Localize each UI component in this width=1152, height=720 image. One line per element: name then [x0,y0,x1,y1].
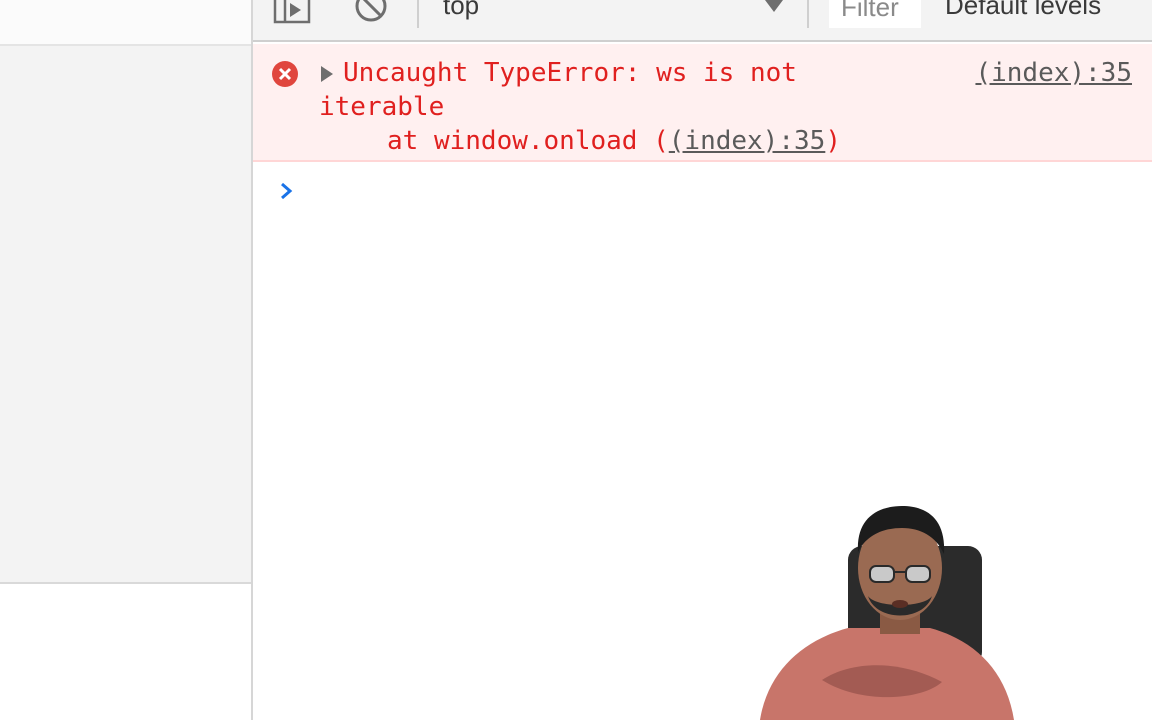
webcam-overlay [752,500,1022,720]
toolbar-divider [807,0,809,28]
error-source-link[interactable]: (index):35 [975,56,1132,90]
error-message-line: iterable [319,92,445,122]
left-panel-header [0,0,251,46]
toolbar-divider [417,0,419,28]
left-panel-content [0,46,251,584]
clear-console-icon[interactable] [353,0,389,24]
stack-prefix: at window.onload ( [387,126,669,156]
left-panel [0,0,253,720]
console-error-message[interactable]: Uncaught TypeError: ws is not iterable a… [253,44,1152,162]
devtools-window: top Filter Default levels Uncaught TypeE… [0,0,1152,720]
filter-placeholder: Filter [841,0,899,22]
stack-source-link[interactable]: (index):35 [669,126,826,156]
prompt-chevron-icon[interactable] [278,178,296,204]
context-selector[interactable]: top [443,0,479,21]
error-message-line: Uncaught TypeError: ws is not [343,58,797,88]
expand-triangle-icon[interactable] [319,64,335,84]
error-circle-icon [271,60,299,88]
chevron-down-icon[interactable] [763,0,785,16]
error-stack-line: at window.onload ((index):35) [387,124,841,158]
console-toolbar: top Filter Default levels [253,0,1152,42]
stack-suffix: ) [825,126,841,156]
log-levels-dropdown[interactable]: Default levels [945,0,1101,21]
sidebar-toggle-icon[interactable] [273,0,311,24]
